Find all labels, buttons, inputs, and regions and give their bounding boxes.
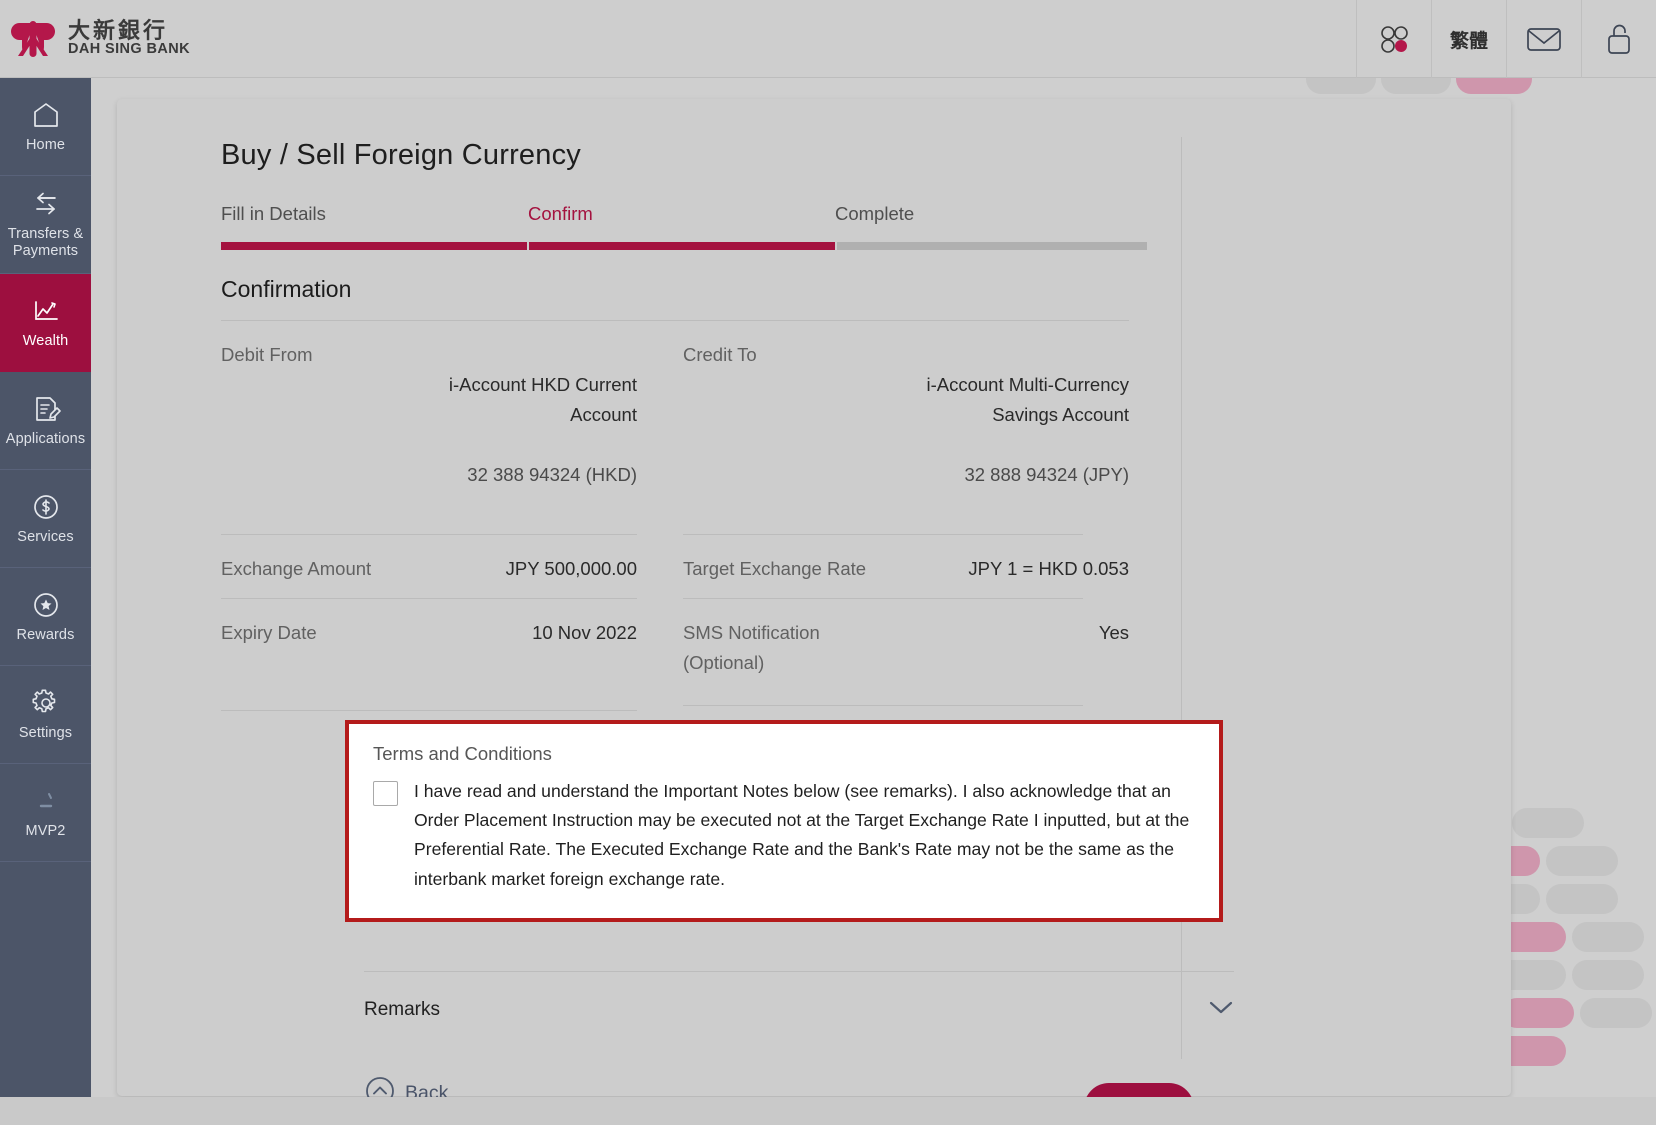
details-grid: Debit From i-Account HKD Current Account…: [221, 321, 1129, 711]
brand-logo[interactable]: 大新銀行 DAH SING BANK: [0, 16, 190, 62]
sidebar-item-home[interactable]: Home: [0, 78, 91, 176]
detail-row-expiry-date: Expiry Date 10 Nov 2022: [221, 599, 637, 662]
detail-value: JPY 500,000.00: [505, 557, 637, 579]
page-title: Buy / Sell Foreign Currency: [221, 139, 581, 171]
detail-label: SMS Notification (Optional): [683, 621, 820, 673]
detail-label: Expiry Date: [221, 621, 317, 643]
dah-sing-logo-icon: [10, 16, 56, 62]
sidebar-item-label: Home: [25, 136, 66, 153]
brand-name-en: DAH SING BANK: [68, 41, 191, 58]
transfers-icon: [31, 189, 61, 219]
detail-row-sms-notification: SMS Notification (Optional) Yes: [683, 599, 1129, 692]
sidebar-item-label: Rewards: [16, 626, 75, 643]
remarks-divider: [364, 971, 1234, 972]
main-content-card: Buy / Sell Foreign Currency Fill in Deta…: [117, 99, 1511, 1125]
services-dollar-icon: [31, 492, 61, 522]
detail-subvalue: 32 888 94324 (JPY): [964, 463, 1129, 485]
app-root: 大新銀行 DAH SING BANK 繁體 Home Transfers & P…: [0, 0, 1656, 1125]
header-actions: 繁體: [1356, 0, 1656, 78]
mvp2-icon: [31, 786, 61, 816]
terms-and-conditions-box: Terms and Conditions I have read and und…: [345, 720, 1223, 922]
step-bar-1: [221, 242, 527, 250]
sidebar-item-label: Services: [17, 528, 74, 545]
progress-stepper: Fill in Details Confirm Complete: [221, 203, 1149, 250]
detail-value: Yes: [1098, 621, 1129, 643]
step-complete[interactable]: Complete: [835, 203, 1142, 225]
detail-row-target-exchange-rate: Target Exchange Rate JPY 1 = HKD 0.053: [683, 535, 1129, 598]
detail-label: Target Exchange Rate: [683, 557, 867, 579]
lock-icon[interactable]: [1581, 0, 1656, 78]
sidebar-item-rewards[interactable]: Rewards: [0, 568, 91, 666]
sidebar-item-services[interactable]: Services: [0, 470, 91, 568]
sidebar-nav: Home Transfers & Payments Wealth Applica…: [0, 78, 91, 1125]
terms-text: I have read and understand the Important…: [414, 781, 1190, 889]
apps-grid-icon[interactable]: [1356, 0, 1431, 78]
detail-value: i-Account HKD Current Account 32 388 943…: [449, 340, 637, 520]
sidebar-item-label: MVP2: [25, 822, 66, 839]
sidebar-item-label: Settings: [18, 724, 73, 741]
detail-value: 10 Nov 2022: [532, 621, 637, 643]
sidebar-item-label: Applications: [5, 430, 86, 447]
detail-label: Debit From: [221, 344, 313, 365]
detail-label: Exchange Amount: [221, 557, 372, 579]
detail-row-debit-from: Debit From i-Account HKD Current Account…: [221, 321, 637, 534]
step-bar-3: [837, 242, 1147, 250]
chevron-down-icon[interactable]: [1208, 1000, 1234, 1021]
sidebar-item-wealth[interactable]: Wealth: [0, 274, 91, 372]
applications-icon: [31, 394, 61, 424]
step-bar-2: [529, 242, 835, 250]
gear-icon: [31, 688, 61, 718]
sidebar-item-mvp2[interactable]: MVP2: [0, 764, 91, 862]
remarks-accordion[interactable]: Remarks: [364, 986, 1234, 1034]
wealth-chart-icon: [31, 296, 61, 326]
section-title-confirmation: Confirmation: [221, 276, 352, 302]
bottom-strip: [0, 1097, 1656, 1125]
details-column-right: Credit To i-Account Multi-Currency Savin…: [675, 321, 1129, 711]
sidebar-item-label: Transfers & Payments: [7, 226, 84, 259]
sidebar-item-label: Wealth: [22, 332, 69, 349]
details-column-left: Debit From i-Account HKD Current Account…: [221, 321, 675, 711]
rewards-star-icon: [31, 590, 61, 620]
detail-row-exchange-amount: Exchange Amount JPY 500,000.00: [221, 535, 637, 598]
row-divider: [683, 704, 1083, 706]
home-icon: [31, 100, 61, 130]
terms-title: Terms and Conditions: [373, 743, 552, 764]
step-confirm[interactable]: Confirm: [528, 203, 835, 225]
sidebar-item-applications[interactable]: Applications: [0, 372, 91, 470]
brand-name-cn: 大新銀行: [68, 18, 169, 44]
detail-value: i-Account Multi-Currency Savings Account…: [926, 340, 1129, 520]
detail-value: JPY 1 = HKD 0.053: [968, 557, 1129, 579]
sidebar-item-settings[interactable]: Settings: [0, 666, 91, 764]
top-header: 大新銀行 DAH SING BANK 繁體: [0, 0, 1656, 78]
step-fill-in-details[interactable]: Fill in Details: [221, 203, 528, 225]
detail-subvalue: 32 388 94324 (HKD): [467, 463, 637, 485]
terms-checkbox[interactable]: [373, 781, 398, 806]
form-panel: Buy / Sell Foreign Currency Fill in Deta…: [117, 99, 1181, 1096]
remarks-label: Remarks: [364, 999, 441, 1020]
mail-icon[interactable]: [1506, 0, 1581, 78]
detail-row-credit-to: Credit To i-Account Multi-Currency Savin…: [683, 321, 1129, 534]
sidebar-item-transfers-payments[interactable]: Transfers & Payments: [0, 176, 91, 274]
row-divider: [221, 709, 637, 711]
language-toggle[interactable]: 繁體: [1431, 0, 1506, 78]
detail-label: Credit To: [683, 344, 757, 365]
